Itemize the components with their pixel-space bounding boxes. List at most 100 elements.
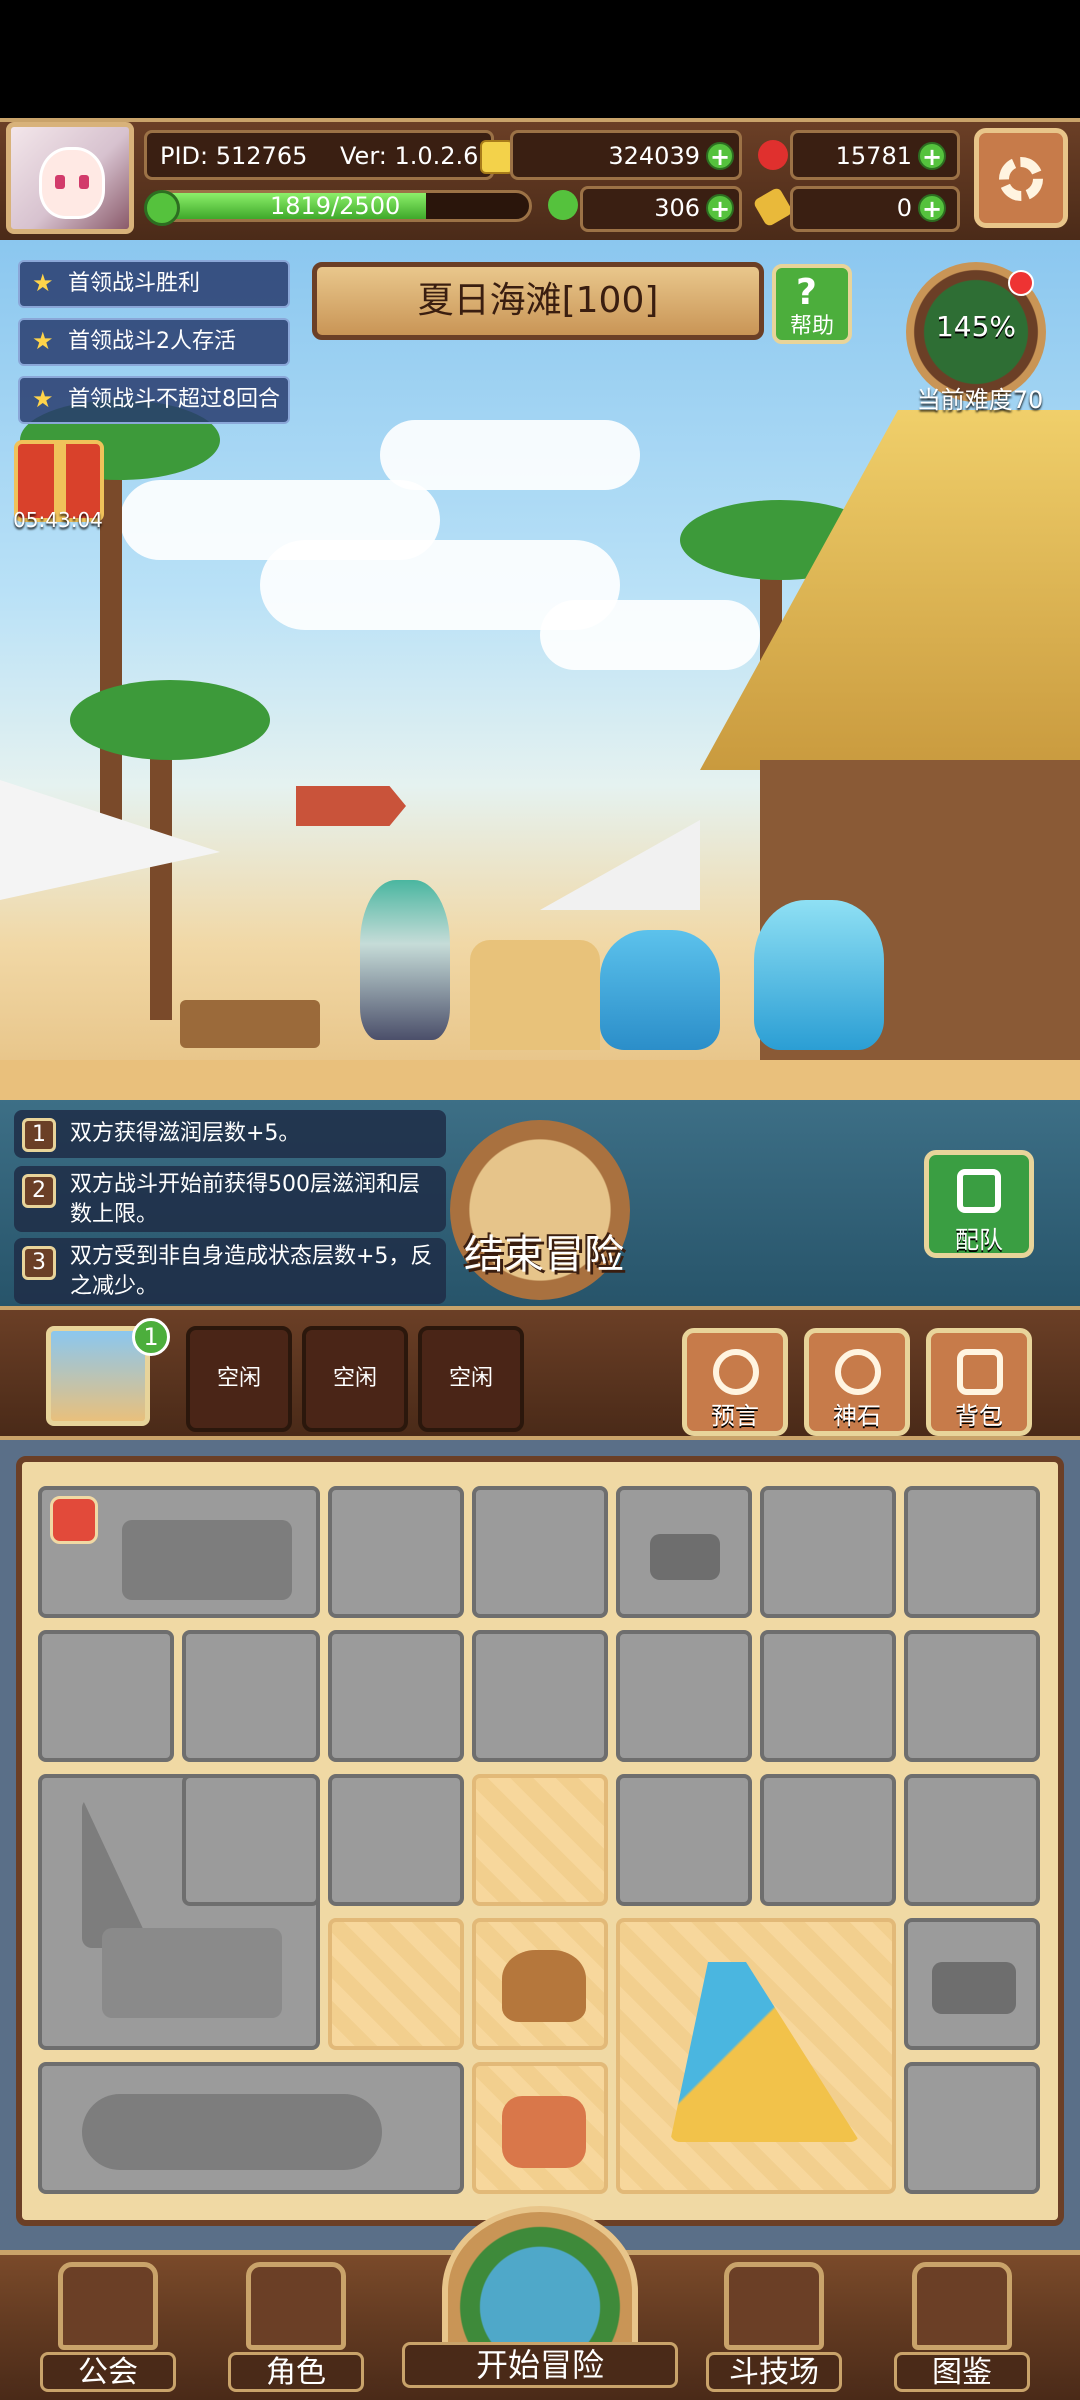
backpack-button[interactable]: 背包 bbox=[926, 1328, 1032, 1436]
idle-slot[interactable]: 空闲 bbox=[186, 1326, 292, 1432]
pid-label: PID: 512765 bbox=[160, 142, 308, 170]
quest-item: ★ 首领战斗不超过8回合 bbox=[18, 376, 290, 424]
effect-number: 1 bbox=[22, 1118, 56, 1152]
shark-fin-icon bbox=[82, 1798, 152, 1948]
effect-number: 2 bbox=[22, 1174, 56, 1208]
quest-text: 首领战斗不超过8回合 bbox=[68, 387, 280, 412]
crystal-ball-icon bbox=[713, 1349, 759, 1395]
grid-cell-locked[interactable] bbox=[616, 1630, 752, 1762]
team-label: 配队 bbox=[955, 1226, 1003, 1254]
gift-ribbon bbox=[54, 444, 66, 518]
cloud bbox=[540, 600, 760, 670]
effect-item: 1 双方获得滋润层数+5。 bbox=[14, 1110, 446, 1158]
tank-wreck-icon bbox=[102, 1928, 282, 2018]
nav-arena[interactable]: 斗技场 bbox=[706, 2262, 842, 2394]
effect-number: 3 bbox=[22, 1246, 56, 1280]
character-face-icon bbox=[246, 2262, 346, 2350]
enemy-ice-queen[interactable] bbox=[754, 900, 884, 1050]
settings-button[interactable] bbox=[974, 128, 1068, 228]
grid-cell-locked[interactable] bbox=[760, 1630, 896, 1762]
grid-cell-locked[interactable] bbox=[328, 1630, 464, 1762]
avatar-eye bbox=[55, 175, 65, 189]
nav-start-adventure[interactable]: 开始冒险 bbox=[402, 2206, 678, 2400]
nav-character[interactable]: 角色 bbox=[228, 2262, 364, 2394]
grid-cell-locked[interactable] bbox=[472, 1486, 608, 1618]
grid-cell-locked[interactable] bbox=[38, 1486, 320, 1618]
grid-cell-locked[interactable] bbox=[616, 1774, 752, 1906]
backpack-icon bbox=[957, 1349, 1003, 1395]
help-label: 帮助 bbox=[789, 314, 834, 339]
grid-cell-locked[interactable] bbox=[182, 1774, 320, 1906]
nav-character-label: 角色 bbox=[228, 2352, 364, 2392]
idle-slot[interactable]: 空闲 bbox=[418, 1326, 524, 1432]
nav-start-label: 开始冒险 bbox=[402, 2342, 678, 2388]
quest-text: 首领战斗胜利 bbox=[68, 271, 201, 296]
stage-title: 夏日海滩[100] bbox=[312, 262, 764, 340]
hero-bunny-girl[interactable] bbox=[360, 880, 450, 1040]
key-amount: 0 bbox=[896, 194, 912, 222]
effect-item: 3 双方受到非自身造成状态层数+5，反之减少。 bbox=[14, 1238, 446, 1304]
sunken-submarine-icon bbox=[82, 2094, 382, 2170]
quest-text: 首领战斗2人存活 bbox=[68, 329, 236, 354]
star-icon: ★ bbox=[32, 269, 54, 297]
quest-item: ★ 首领战斗2人存活 bbox=[18, 318, 290, 366]
gear-icon bbox=[999, 157, 1043, 201]
gold-add-button[interactable]: + bbox=[706, 142, 734, 170]
grid-cell-locked[interactable] bbox=[760, 1774, 896, 1906]
grid-cell-locked[interactable] bbox=[328, 1486, 464, 1618]
grid-cell-locked[interactable] bbox=[38, 2062, 464, 2194]
help-button[interactable]: ? 帮助 bbox=[772, 264, 852, 344]
signpost bbox=[296, 786, 406, 826]
ruby-gem-icon bbox=[758, 140, 788, 170]
grid-cell-open[interactable] bbox=[472, 1774, 608, 1906]
nav-guild-label: 公会 bbox=[40, 2352, 176, 2392]
key-add-button[interactable]: + bbox=[918, 194, 946, 222]
grid-cell-locked[interactable] bbox=[904, 1630, 1040, 1762]
grid-cell-locked[interactable] bbox=[760, 1486, 896, 1618]
idle-slot[interactable]: 空闲 bbox=[302, 1326, 408, 1432]
version-label: Ver: 1.0.2.6 bbox=[340, 142, 479, 170]
grid-cell-open[interactable] bbox=[472, 1918, 608, 2050]
clover-amount: 306 bbox=[654, 194, 700, 222]
player-avatar[interactable] bbox=[6, 122, 134, 234]
star-icon: ★ bbox=[32, 385, 54, 413]
grid-cell-open[interactable] bbox=[328, 1918, 464, 2050]
clover-add-button[interactable]: + bbox=[706, 194, 734, 222]
grid-cell-locked[interactable] bbox=[472, 1630, 608, 1762]
nav-arena-label: 斗技场 bbox=[706, 2352, 842, 2392]
grid-cell-locked[interactable] bbox=[904, 1486, 1040, 1618]
grid-cell-open[interactable] bbox=[616, 1918, 896, 2194]
beach-hut-roof bbox=[700, 410, 1080, 770]
grid-cell-open[interactable] bbox=[472, 2062, 608, 2194]
gem-amount: 15781 bbox=[835, 142, 912, 170]
grid-cell-locked[interactable] bbox=[904, 1774, 1040, 1906]
enemy-jelly-ghost[interactable] bbox=[600, 930, 720, 1050]
energy-leaf-icon bbox=[144, 190, 180, 226]
shop-icon bbox=[50, 1496, 98, 1544]
clover-icon bbox=[548, 190, 578, 220]
tree-stump-food-icon bbox=[502, 1950, 586, 2022]
grid-cell-locked[interactable] bbox=[904, 1918, 1040, 2050]
grid-cell-locked[interactable] bbox=[616, 1486, 752, 1618]
team-setup-button[interactable]: 配队 bbox=[924, 1150, 1034, 1258]
grid-cell-locked[interactable] bbox=[182, 1630, 320, 1762]
palm-leaves bbox=[70, 680, 270, 760]
question-icon: ? bbox=[796, 272, 817, 313]
grid-cell-locked[interactable] bbox=[38, 1630, 174, 1762]
nav-guild[interactable]: 公会 bbox=[40, 2262, 176, 2394]
map-badge: 1 bbox=[132, 1318, 170, 1356]
avatar-eye bbox=[79, 175, 89, 189]
avatar-face bbox=[39, 147, 105, 219]
grid-cell-locked[interactable] bbox=[328, 1774, 464, 1906]
prophecy-label: 预言 bbox=[711, 1402, 759, 1430]
nav-codex[interactable]: 图鉴 bbox=[894, 2262, 1030, 2394]
prophecy-button[interactable]: 预言 bbox=[682, 1328, 788, 1436]
godstone-button[interactable]: 神石 bbox=[804, 1328, 910, 1436]
difficulty-label: 当前难度70 bbox=[916, 386, 1044, 414]
gem-add-button[interactable]: + bbox=[918, 142, 946, 170]
fruit-crate bbox=[180, 1000, 320, 1048]
barrel-icon bbox=[932, 1962, 1016, 2014]
playground-slide-icon bbox=[670, 1962, 860, 2142]
grid-cell-locked[interactable] bbox=[904, 2062, 1040, 2194]
water-bucket-icon bbox=[502, 2096, 586, 2168]
